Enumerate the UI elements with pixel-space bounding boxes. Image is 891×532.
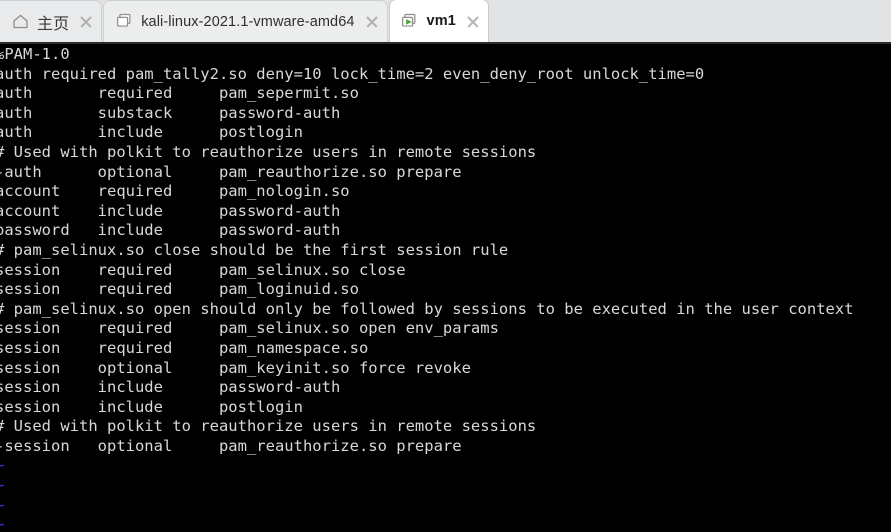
tab-bar: 主页 kali-linux-2021.1-vmware-amd64 vm1	[0, 0, 891, 44]
terminal-line: session include password-auth	[0, 378, 341, 397]
tab-home-label: 主页	[37, 15, 70, 33]
tab-kali-linux[interactable]: kali-linux-2021.1-vmware-amd64	[103, 0, 388, 42]
terminal-line: # pam_selinux.so close should be the fir…	[0, 240, 509, 259]
terminal-line: auth required pam_sepermit.so	[0, 84, 359, 103]
terminal-empty-line-marker: ~	[0, 456, 891, 476]
tab-home[interactable]: 主页	[0, 0, 103, 42]
terminal-line: -session optional pam_reauthorize.so pre…	[0, 436, 462, 455]
terminal-line: session required pam_loginuid.so	[0, 280, 359, 299]
terminal-line: # Used with polkit to reauthorize users …	[0, 142, 537, 161]
home-icon	[10, 12, 30, 32]
terminal-line: session optional pam_keyinit.so force re…	[0, 358, 471, 377]
terminal-empty-line-marker: ~	[0, 476, 891, 496]
tab-vm1[interactable]: vm1	[388, 0, 489, 42]
terminal-line: session required pam_namespace.so	[0, 338, 369, 357]
terminal-line: %PAM-1.0	[0, 45, 70, 63]
terminal-line: session required pam_selinux.so open env…	[0, 319, 499, 338]
vm-console-terminal[interactable]: %PAM-1.0 auth required pam_tally2.so deny…	[0, 44, 891, 532]
tab-vm1-label: vm1	[426, 13, 456, 29]
terminal-text-area: %PAM-1.0 auth required pam_tally2.so deny…	[0, 45, 891, 532]
close-icon[interactable]	[465, 14, 480, 29]
close-icon[interactable]	[78, 14, 93, 29]
terminal-line: # pam_selinux.so open should only be fol…	[0, 299, 854, 318]
vm-window-icon	[114, 12, 134, 32]
terminal-line: auth required pam_tally2.so deny=10 lock…	[0, 64, 705, 83]
terminal-line: account include password-auth	[0, 201, 341, 220]
tab-bar-empty-area	[490, 0, 891, 42]
terminal-line: session include postlogin	[0, 397, 303, 416]
vmware-workstation-window: 主页 kali-linux-2021.1-vmware-amd64 vm1 %P…	[0, 0, 891, 532]
terminal-line: password include password-auth	[0, 221, 341, 240]
terminal-empty-line-marker: ~	[0, 515, 891, 532]
tab-kali-linux-label: kali-linux-2021.1-vmware-amd64	[141, 13, 355, 30]
terminal-empty-line-marker: ~	[0, 496, 891, 516]
terminal-line: # Used with polkit to reauthorize users …	[0, 417, 537, 436]
close-icon[interactable]	[364, 14, 379, 29]
terminal-line: session required pam_selinux.so close	[0, 260, 406, 279]
terminal-line: account required pam_nologin.so	[0, 182, 350, 201]
terminal-line: auth include postlogin	[0, 123, 303, 142]
terminal-line: auth substack password-auth	[0, 103, 341, 122]
vm-running-icon	[400, 11, 420, 31]
terminal-line: -auth optional pam_reauthorize.so prepar…	[0, 162, 462, 181]
